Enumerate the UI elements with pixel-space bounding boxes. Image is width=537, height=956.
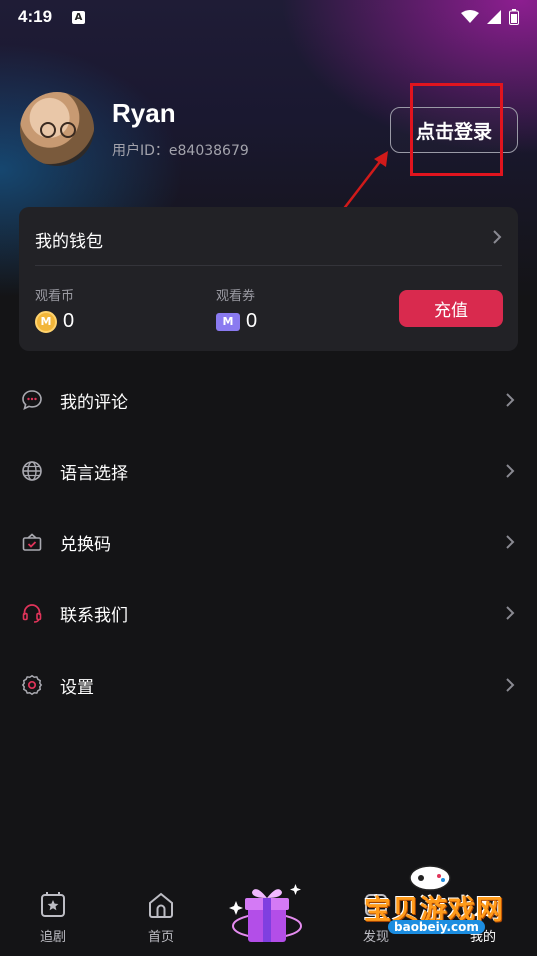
chevron-right-icon: [506, 678, 515, 692]
ticket-icon: M: [216, 312, 240, 331]
wifi-icon: [461, 10, 479, 23]
menu-item-comments[interactable]: 我的评论: [0, 375, 537, 425]
battery-icon: [509, 9, 519, 25]
menu-item-settings[interactable]: 设置: [0, 660, 537, 710]
coins-label: 观看币: [35, 289, 75, 304]
avatar-glasses-right: [60, 122, 76, 138]
nav-tab-follow[interactable]: 追剧: [23, 890, 83, 945]
recharge-button[interactable]: 充值: [399, 290, 503, 327]
menu-label: 我的评论: [60, 392, 128, 413]
tickets-label: 观看券: [216, 289, 256, 304]
user-id: 用户ID：e84038679: [112, 143, 249, 159]
wallet-divider: [35, 265, 502, 266]
chevron-right-icon: [506, 606, 515, 620]
tickets-value: 0: [246, 310, 258, 332]
menu-item-redeem-code[interactable]: 兑换码: [0, 517, 537, 567]
watermark-url: baobeiy.com: [388, 920, 485, 934]
status-bar: 4:19 A: [0, 0, 537, 34]
avatar-glasses-left: [40, 122, 56, 138]
globe-icon: [20, 459, 44, 483]
coin-icon: M: [35, 310, 57, 333]
coins-balance: M 0: [35, 310, 74, 333]
chevron-right-icon: [506, 393, 515, 407]
bookmark-star-icon: [41, 892, 65, 917]
avatar[interactable]: [20, 92, 94, 166]
gift-promo-icon[interactable]: [228, 880, 306, 950]
status-time: 4:19: [18, 7, 53, 26]
home-icon: [149, 892, 173, 918]
watermark: 宝贝游戏网 baobeiy.com: [358, 862, 508, 942]
nav-tab-home[interactable]: 首页: [131, 890, 191, 945]
user-name: Ryan: [112, 98, 176, 128]
menu-item-contact-us[interactable]: 联系我们: [0, 588, 537, 638]
chevron-right-icon: [506, 535, 515, 549]
nav-label: 追剧: [39, 930, 66, 945]
highlight-annotation: [410, 83, 503, 176]
gear-icon: [20, 673, 44, 697]
coins-value: 0: [63, 310, 75, 332]
comment-icon: [20, 388, 44, 412]
chevron-right-icon: [506, 464, 515, 478]
headset-icon: [20, 601, 44, 625]
menu-label: 联系我们: [60, 605, 128, 626]
menu-label: 语言选择: [60, 463, 128, 484]
menu-label: 兑换码: [60, 534, 111, 555]
chevron-right-icon[interactable]: [492, 229, 502, 245]
menu-label: 设置: [60, 677, 94, 698]
nav-label: 首页: [147, 930, 174, 945]
gift-box-icon: [20, 530, 44, 554]
signal-icon: [487, 10, 501, 24]
notification-icon: A: [72, 10, 86, 24]
tickets-balance: M 0: [216, 310, 257, 333]
wallet-title[interactable]: 我的钱包: [35, 227, 103, 252]
menu-item-language[interactable]: 语言选择: [0, 446, 537, 496]
status-indicators: [461, 9, 519, 25]
wallet-card: 我的钱包 观看币 M 0 观看券 M 0 充值: [19, 207, 518, 351]
